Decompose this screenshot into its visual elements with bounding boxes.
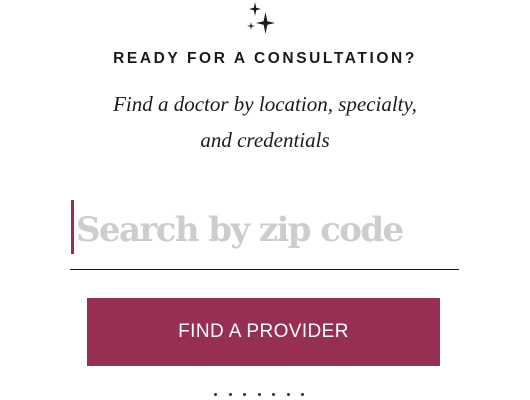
search-field [70, 198, 459, 270]
pager-dot[interactable] [228, 393, 232, 396]
text-cursor [71, 200, 74, 254]
pager-dot[interactable] [286, 393, 290, 396]
page-subtitle: Find a doctor by location, specialty, an… [0, 86, 530, 158]
subtitle-line-1: Find a doctor by location, specialty, [113, 92, 417, 116]
pager-dots [214, 393, 304, 396]
page-heading: READY FOR A CONSULTATION? [113, 50, 417, 67]
subtitle-line-2: and credentials [200, 128, 330, 152]
pager-dot[interactable] [301, 393, 304, 396]
zip-code-search-input[interactable] [76, 198, 456, 262]
pager-dot[interactable] [272, 393, 275, 396]
sparkle-icon [247, 2, 275, 34]
pager-dot[interactable] [214, 393, 217, 396]
pager-dot[interactable] [243, 393, 246, 396]
pager-dot[interactable] [257, 393, 261, 396]
find-provider-button[interactable]: FIND A PROVIDER [87, 298, 440, 366]
